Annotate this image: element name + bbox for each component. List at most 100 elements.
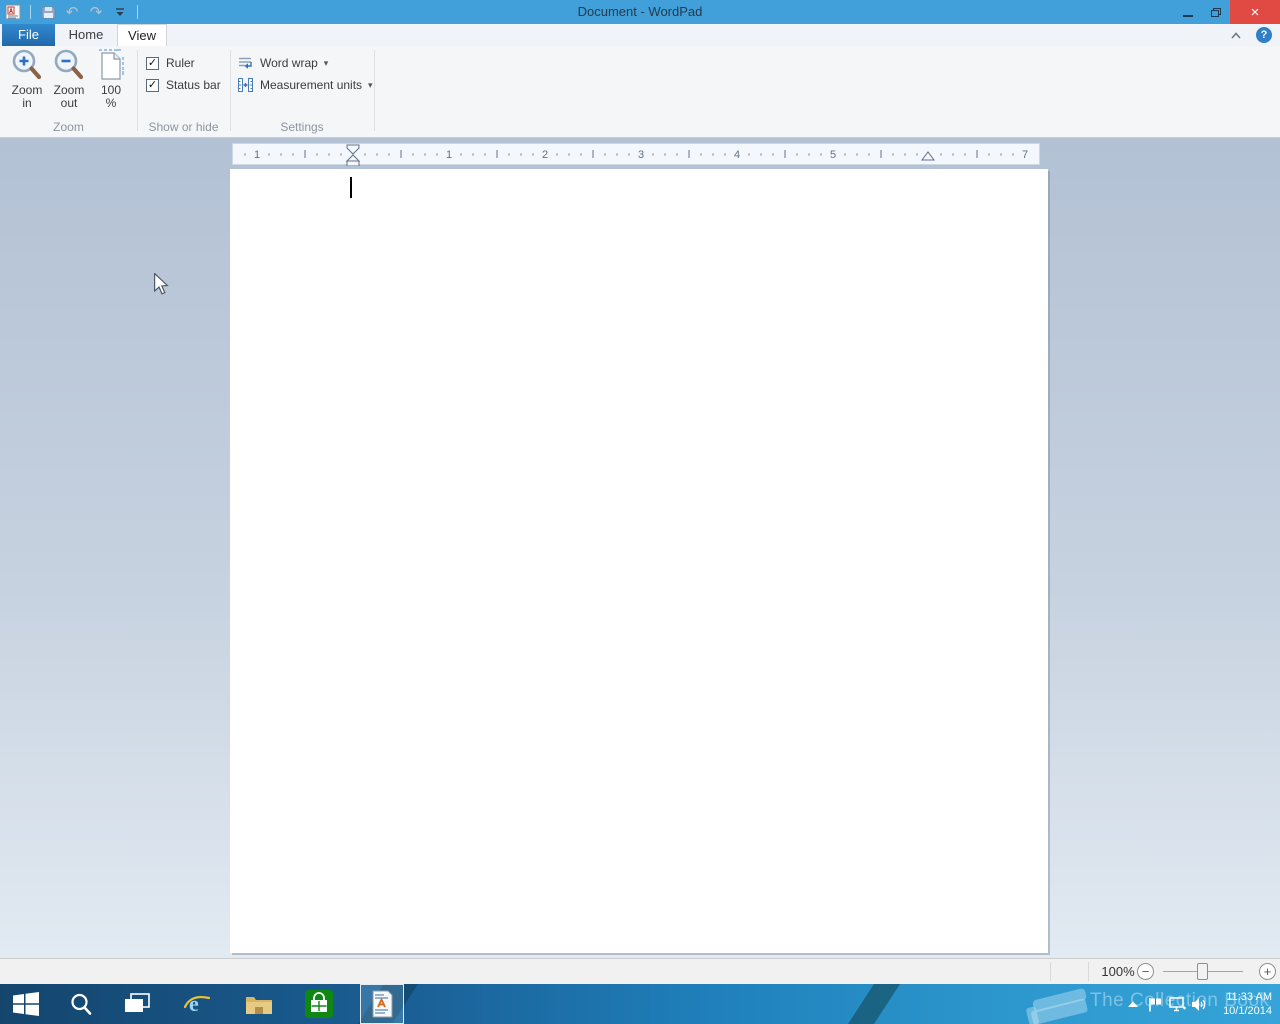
arrow-cursor-icon	[154, 272, 169, 295]
search-button[interactable]	[60, 984, 102, 1024]
wordpad-taskbar-icon	[372, 990, 393, 1018]
window-controls: ×	[1174, 0, 1280, 24]
svg-text:3: 3	[638, 149, 644, 161]
group-separator	[374, 50, 375, 131]
measurement-units-icon	[238, 78, 253, 92]
wallpaper-stripe	[848, 984, 900, 1024]
zoom-in-icon	[12, 49, 42, 80]
text-caret	[350, 177, 352, 198]
zoom-100-label-line2: %	[105, 96, 117, 110]
minimize-button[interactable]	[1174, 0, 1202, 24]
task-view-button[interactable]	[116, 984, 158, 1024]
start-button[interactable]	[6, 984, 46, 1024]
help-button[interactable]: ?	[1256, 27, 1272, 43]
measurement-units-label: Measurement units	[260, 78, 363, 92]
group-label-show-or-hide: Show or hide	[148, 120, 219, 134]
svg-text:5: 5	[830, 149, 836, 161]
ruler-checkbox[interactable]: ✓	[146, 56, 159, 70]
zoom-in-button[interactable]: Zoom in	[4, 48, 50, 120]
network-icon[interactable]	[1166, 984, 1188, 1024]
document-workspace: 1 1 2 3 4 5 7	[0, 138, 1280, 958]
clock-time: 11:33 AM	[1226, 991, 1272, 1003]
close-button[interactable]: ×	[1230, 0, 1280, 24]
word-wrap-icon	[239, 57, 252, 69]
ruler-checkbox-label: Ruler	[166, 56, 195, 70]
horizontal-ruler[interactable]: 1 1 2 3 4 5 7	[232, 143, 1040, 167]
system-tray: 11:33 AM 10/1/2014	[1122, 984, 1280, 1024]
zoom-out-slider-button[interactable]: −	[1137, 963, 1154, 980]
minimize-icon	[1183, 15, 1193, 17]
speaker-icon	[1192, 997, 1206, 1011]
internet-explorer-icon: e	[183, 991, 211, 1016]
svg-text:2: 2	[542, 149, 548, 161]
chevron-down-icon: ▾	[323, 57, 329, 68]
ribbon-tab-row: File Home View ?	[0, 24, 1280, 46]
search-icon	[71, 993, 92, 1015]
mouse-cursor	[153, 272, 169, 300]
zoom-in-label-line2: in	[22, 96, 32, 110]
restore-icon	[1211, 7, 1221, 17]
show-hidden-icons-button[interactable]	[1122, 984, 1144, 1024]
watermark-book-icon	[1026, 988, 1088, 1024]
windows-logo-icon	[13, 992, 39, 1016]
help-icon: ?	[1256, 27, 1272, 43]
wordpad-taskbar-button[interactable]	[360, 984, 404, 1024]
chevron-down-icon: ▾	[368, 79, 373, 90]
tab-file[interactable]: File	[2, 24, 55, 46]
zoom-out-button[interactable]: Zoom out	[46, 48, 92, 120]
zoom-percentage: 100%	[1101, 964, 1135, 979]
document-page[interactable]	[230, 169, 1048, 953]
chevron-up-icon	[1128, 1001, 1138, 1007]
measurement-units-menu-button[interactable]: Measurement units ▾	[237, 76, 373, 94]
taskbar-clock[interactable]: 11:33 AM 10/1/2014	[1210, 990, 1280, 1018]
status-bar-checkbox-label: Status bar	[166, 78, 221, 92]
titlebar: ↶ ↷ Document - WordPad ×	[0, 0, 1280, 24]
status-bar: 100% − +	[0, 958, 1280, 984]
group-label-settings: Settings	[280, 120, 324, 134]
group-separator	[230, 50, 231, 131]
task-view-icon	[125, 993, 150, 1012]
group-separator	[137, 50, 138, 131]
svg-text:1: 1	[254, 149, 260, 161]
zoom-in-slider-button[interactable]: +	[1259, 963, 1276, 980]
tab-home[interactable]: Home	[59, 24, 113, 46]
chevron-up-icon	[1231, 31, 1241, 39]
desktop: ↶ ↷ Document - WordPad × File Home View …	[0, 0, 1280, 1024]
restore-button[interactable]	[1202, 0, 1230, 24]
svg-text:7: 7	[1022, 149, 1028, 161]
store-icon	[305, 990, 333, 1018]
window-title: Document - WordPad	[577, 4, 703, 19]
store-button[interactable]	[298, 984, 340, 1024]
internet-explorer-button[interactable]: e	[176, 984, 218, 1024]
status-bar-checkbox[interactable]: ✓	[146, 78, 159, 92]
file-explorer-button[interactable]	[238, 984, 280, 1024]
tab-view[interactable]: View	[117, 24, 167, 46]
taskbar: The Collection Book e 11:33 AM 10/1/2014	[0, 984, 1280, 1024]
zoom-out-label-line2: out	[60, 96, 78, 110]
clock-date: 10/1/2014	[1223, 1005, 1272, 1017]
left-indent-markers[interactable]	[345, 144, 361, 167]
group-label-zoom: Zoom	[53, 120, 84, 134]
close-icon: ×	[1250, 3, 1260, 21]
zoom-slider-thumb[interactable]	[1197, 963, 1208, 980]
status-bar-checkbox-row[interactable]: ✓ Status bar	[146, 77, 221, 93]
ruler-checkbox-row[interactable]: ✓ Ruler	[146, 55, 195, 71]
zoom-100-button[interactable]: 100 %	[88, 48, 134, 120]
zoom-100-icon	[99, 49, 124, 80]
svg-text:1: 1	[446, 149, 452, 161]
plus-icon: +	[1263, 964, 1272, 979]
svg-text:e: e	[189, 991, 199, 1016]
svg-text:4: 4	[734, 149, 740, 161]
checkmark-icon: ✓	[147, 56, 158, 69]
zoom-out-icon	[54, 49, 84, 80]
action-center-button[interactable]	[1144, 984, 1166, 1024]
status-bar-separator	[1050, 962, 1051, 981]
word-wrap-menu-button[interactable]: Word wrap ▾	[237, 54, 328, 72]
ruler-ticks: 1 1 2 3 4 5 7	[244, 144, 1028, 167]
minus-icon: −	[1141, 964, 1150, 979]
collapse-ribbon-button[interactable]	[1228, 27, 1244, 43]
right-indent-marker[interactable]	[921, 151, 935, 161]
network-monitor-icon	[1168, 996, 1186, 1011]
checkmark-icon: ✓	[147, 78, 158, 91]
volume-icon[interactable]	[1188, 984, 1210, 1024]
